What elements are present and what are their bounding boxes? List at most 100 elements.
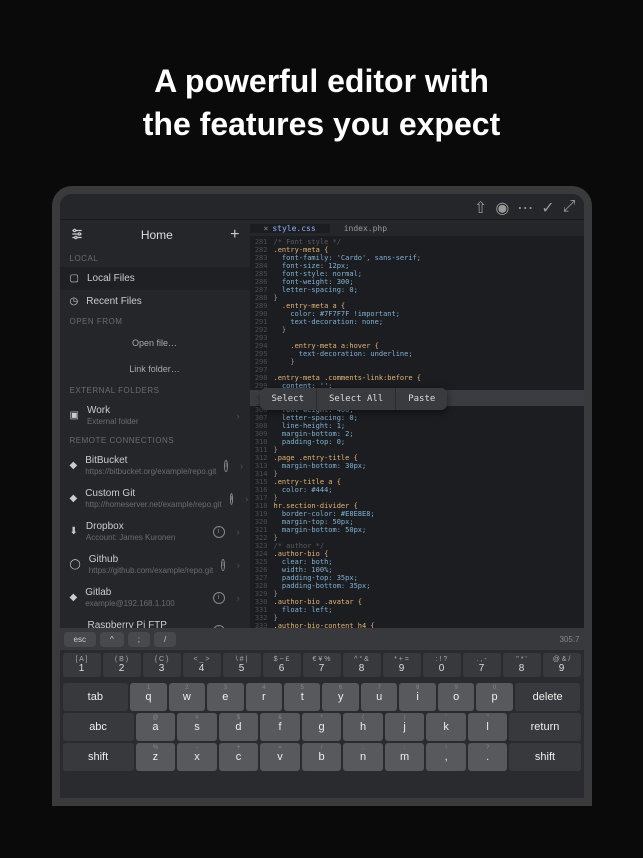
tab-stylecss[interactable]: ×style.css xyxy=(250,224,330,233)
code-line[interactable]: 295 text-decoration: underline; xyxy=(250,350,584,358)
code-line[interactable]: 310 padding-top: 0; xyxy=(250,438,584,446)
code-line[interactable]: 282.entry-meta { xyxy=(250,246,584,254)
code-line[interactable]: 320 margin-top: 50px; xyxy=(250,518,584,526)
code-line[interactable]: 323/* author */ xyxy=(250,542,584,550)
check-icon[interactable]: ✓ xyxy=(541,198,554,218)
code-line[interactable]: 286 font-weight: 300; xyxy=(250,278,584,286)
key-r[interactable]: 4r xyxy=(246,683,282,711)
code-line[interactable]: 325 clear: both; xyxy=(250,558,584,566)
add-icon[interactable]: + xyxy=(230,226,239,244)
code-line[interactable]: 317} xyxy=(250,494,584,502)
kb-esc[interactable]: esc xyxy=(64,632,96,647)
menu-paste[interactable]: Paste xyxy=(395,388,447,410)
info-icon[interactable]: i xyxy=(224,460,228,472)
key-.[interactable]: ?. xyxy=(468,743,508,771)
key-w[interactable]: 2w xyxy=(169,683,205,711)
code-line[interactable]: 287 letter-spacing: 0; xyxy=(250,286,584,294)
num-key[interactable]: ^ ° &8 xyxy=(343,653,381,677)
menu-select[interactable]: Select xyxy=(260,388,317,410)
code-area[interactable]: 281/* Font style */282.entry-meta {283 f… xyxy=(250,236,584,672)
code-line[interactable]: 293 xyxy=(250,334,584,342)
code-line[interactable]: 319 border-color: #E8E8E8; xyxy=(250,510,584,518)
code-line[interactable]: 289 .entry-meta a { xyxy=(250,302,584,310)
code-line[interactable]: 316 color: #444; xyxy=(250,486,584,494)
code-line[interactable]: 291 text-decoration: none; xyxy=(250,318,584,326)
num-key[interactable]: * + =9 xyxy=(383,653,421,677)
code-line[interactable]: 292 } xyxy=(250,326,584,334)
sidebar-item-external[interactable]: ▣WorkExternal folder› xyxy=(60,399,250,432)
code-line[interactable]: 283 font-family: 'Cardo', sans-serif; xyxy=(250,254,584,262)
key-y[interactable]: 6y xyxy=(322,683,358,711)
num-key[interactable]: { C }3 xyxy=(143,653,181,677)
key-t[interactable]: 5t xyxy=(284,683,320,711)
key-o[interactable]: 9o xyxy=(438,683,474,711)
code-line[interactable]: 314} xyxy=(250,470,584,478)
num-key[interactable]: [ A ]1 xyxy=(63,653,101,677)
code-line[interactable]: 321 margin-bottom: 50px; xyxy=(250,526,584,534)
code-line[interactable]: 315.entry-title a { xyxy=(250,478,584,486)
tab-indexphp[interactable]: index.php xyxy=(330,224,401,233)
num-key[interactable]: : ! ?0 xyxy=(423,653,461,677)
code-line[interactable]: 318hr.section-divider { xyxy=(250,502,584,510)
code-line[interactable]: 307 letter-spacing: 0; xyxy=(250,414,584,422)
code-line[interactable]: 290 color: #7F7F7F !important; xyxy=(250,310,584,318)
sidebar-item-remote[interactable]: ◆Custom Githttp://homeserver.net/example… xyxy=(60,482,250,515)
sidebar-item-remote[interactable]: ◆Gitlabexample@192.168.1.100i› xyxy=(60,581,250,614)
code-line[interactable]: 332} xyxy=(250,614,584,622)
code-line[interactable]: 312.page .entry-title { xyxy=(250,454,584,462)
key-z[interactable]: %z xyxy=(136,743,176,771)
info-icon[interactable]: i xyxy=(213,592,225,604)
code-line[interactable]: 309 margin-bottom: 2; xyxy=(250,430,584,438)
code-line[interactable]: 322} xyxy=(250,534,584,542)
key-x[interactable]: -x xyxy=(177,743,217,771)
code-line[interactable]: 329} xyxy=(250,590,584,598)
key-return[interactable]: return xyxy=(509,713,580,741)
settings-icon[interactable] xyxy=(70,227,84,244)
sidebar-item-local[interactable]: ◷Recent Files xyxy=(60,290,250,313)
sidebar-item-remote[interactable]: ◯Githubhttps://github.com/example/repo.g… xyxy=(60,548,250,581)
code-line[interactable]: 294 .entry-meta a:hover { xyxy=(250,342,584,350)
key-p[interactable]: 0p xyxy=(476,683,512,711)
key-q[interactable]: 1q xyxy=(130,683,166,711)
key-tab[interactable]: tab xyxy=(63,683,129,711)
key-shift[interactable]: shift xyxy=(509,743,580,771)
code-line[interactable]: 313 margin-bottom: 30px; xyxy=(250,462,584,470)
num-key[interactable]: € ¥ %7 xyxy=(303,653,341,677)
code-line[interactable]: 288} xyxy=(250,294,584,302)
key-h[interactable]: (h xyxy=(343,713,383,741)
code-line[interactable]: 331 float: left; xyxy=(250,606,584,614)
code-line[interactable]: 330.author-bio .avatar { xyxy=(250,598,584,606)
info-icon[interactable]: i xyxy=(213,526,225,538)
kb-caret[interactable]: ^ xyxy=(100,632,124,647)
key-delete[interactable]: delete xyxy=(515,683,581,711)
num-key[interactable]: \ # |5 xyxy=(223,653,261,677)
key-c[interactable]: +c xyxy=(219,743,259,771)
menu-select-all[interactable]: Select All xyxy=(316,388,395,410)
num-key[interactable]: $ ~ £6 xyxy=(263,653,301,677)
code-line[interactable]: 311} xyxy=(250,446,584,454)
key-a[interactable]: @a xyxy=(136,713,176,741)
code-line[interactable]: 327 padding-top: 35px; xyxy=(250,574,584,582)
code-line[interactable]: 285 font-style: normal; xyxy=(250,270,584,278)
key-,[interactable]: !, xyxy=(426,743,466,771)
key-i[interactable]: 8i xyxy=(399,683,435,711)
key-s[interactable]: #s xyxy=(177,713,217,741)
key-abc[interactable]: abc xyxy=(63,713,134,741)
code-line[interactable]: 284 font-size: 12px; xyxy=(250,262,584,270)
key-g[interactable]: *g xyxy=(302,713,342,741)
sidebar-item-local[interactable]: ▢Local Files xyxy=(60,267,250,290)
kb-slash[interactable]: / xyxy=(154,632,176,647)
num-key[interactable]: @ & /9 xyxy=(543,653,581,677)
sidebar-item-remote[interactable]: ⬇DropboxAccount: James Kuroneni› xyxy=(60,515,250,548)
key-e[interactable]: 3e xyxy=(207,683,243,711)
code-line[interactable]: 328 padding-bottom: 35px; xyxy=(250,582,584,590)
sidebar-item-remote[interactable]: ◆BitBuckethttps://bitbucket.org/example/… xyxy=(60,449,250,482)
key-n[interactable]: ;n xyxy=(343,743,383,771)
num-key[interactable]: " * '8 xyxy=(503,653,541,677)
sidebar-action[interactable]: Link folder… xyxy=(60,356,250,382)
key-f[interactable]: &f xyxy=(260,713,300,741)
num-key[interactable]: ( B )2 xyxy=(103,653,141,677)
num-key[interactable]: < _ >4 xyxy=(183,653,221,677)
code-line[interactable]: 308 line-height: 1; xyxy=(250,422,584,430)
key-shift[interactable]: shift xyxy=(63,743,134,771)
